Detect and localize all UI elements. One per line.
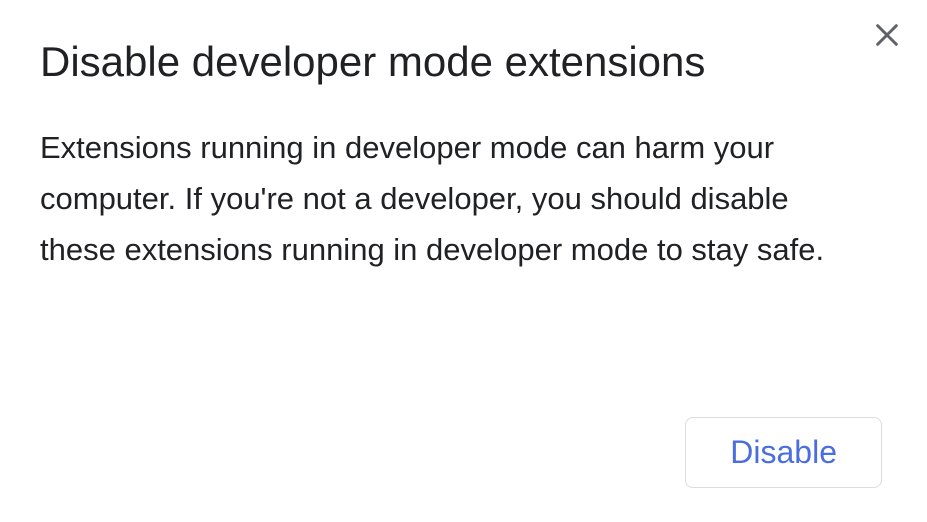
disable-button[interactable]: Disable [685, 417, 882, 488]
close-icon [873, 21, 901, 52]
dialog-body: Extensions running in developer mode can… [40, 122, 860, 275]
close-button[interactable] [869, 18, 905, 54]
dialog-title: Disable developer mode extensions [40, 38, 887, 86]
developer-mode-warning-dialog: Disable developer mode extensions Extens… [0, 0, 927, 522]
dialog-footer: Disable [40, 417, 887, 492]
